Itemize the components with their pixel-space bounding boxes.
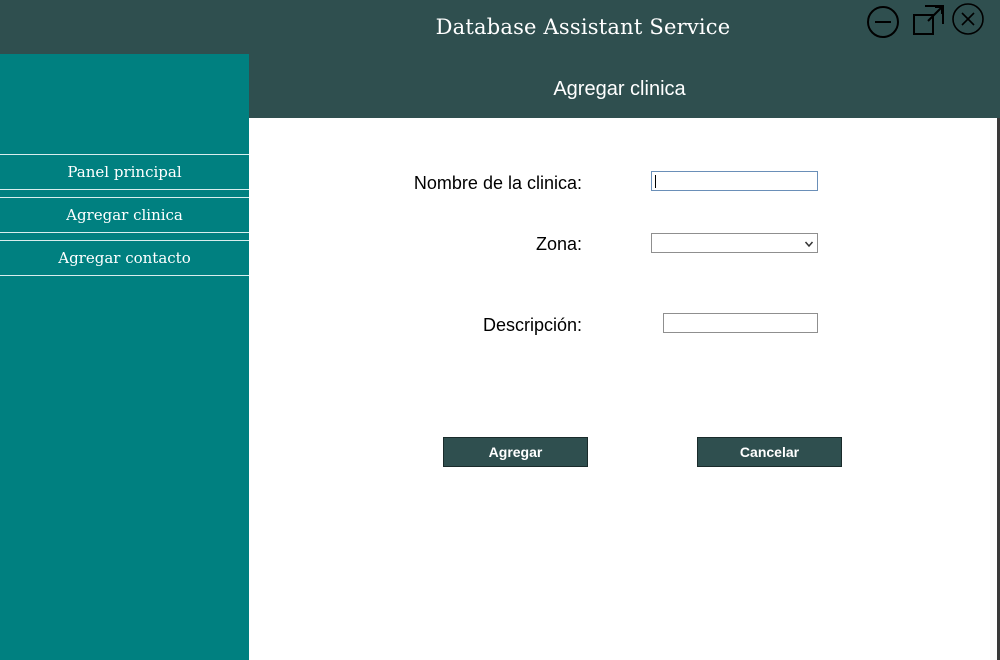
cancel-button[interactable]: Cancelar xyxy=(697,437,842,467)
zone-select[interactable] xyxy=(651,233,818,253)
zone-label: Zona: xyxy=(535,234,582,254)
text-caret xyxy=(655,175,656,188)
sidebar-item-panel-principal[interactable]: Panel principal xyxy=(0,154,249,190)
add-button[interactable]: Agregar xyxy=(443,437,588,467)
page-title: Agregar clinica xyxy=(553,78,686,100)
description-label: Descripción: xyxy=(482,315,582,335)
clinic-name-input[interactable] xyxy=(651,171,818,191)
close-icon[interactable] xyxy=(951,2,985,36)
clinic-name-label: Nombre de la clinica: xyxy=(413,173,582,193)
sidebar: Panel principal Agregar clinica Agregar … xyxy=(0,54,249,660)
maximize-icon[interactable] xyxy=(911,2,947,38)
title-bar: Database Assistant Service xyxy=(0,0,1000,54)
content-header: Agregar clinica xyxy=(249,54,1000,118)
description-input[interactable] xyxy=(663,313,818,333)
app-title: Database Assistant Service xyxy=(435,15,731,39)
sidebar-item-agregar-clinica[interactable]: Agregar clinica xyxy=(0,197,249,233)
minimize-icon[interactable] xyxy=(866,5,900,39)
sidebar-item-agregar-contacto[interactable]: Agregar contacto xyxy=(0,240,249,276)
app-window: Database Assistant Service Panel princip… xyxy=(0,0,1000,660)
